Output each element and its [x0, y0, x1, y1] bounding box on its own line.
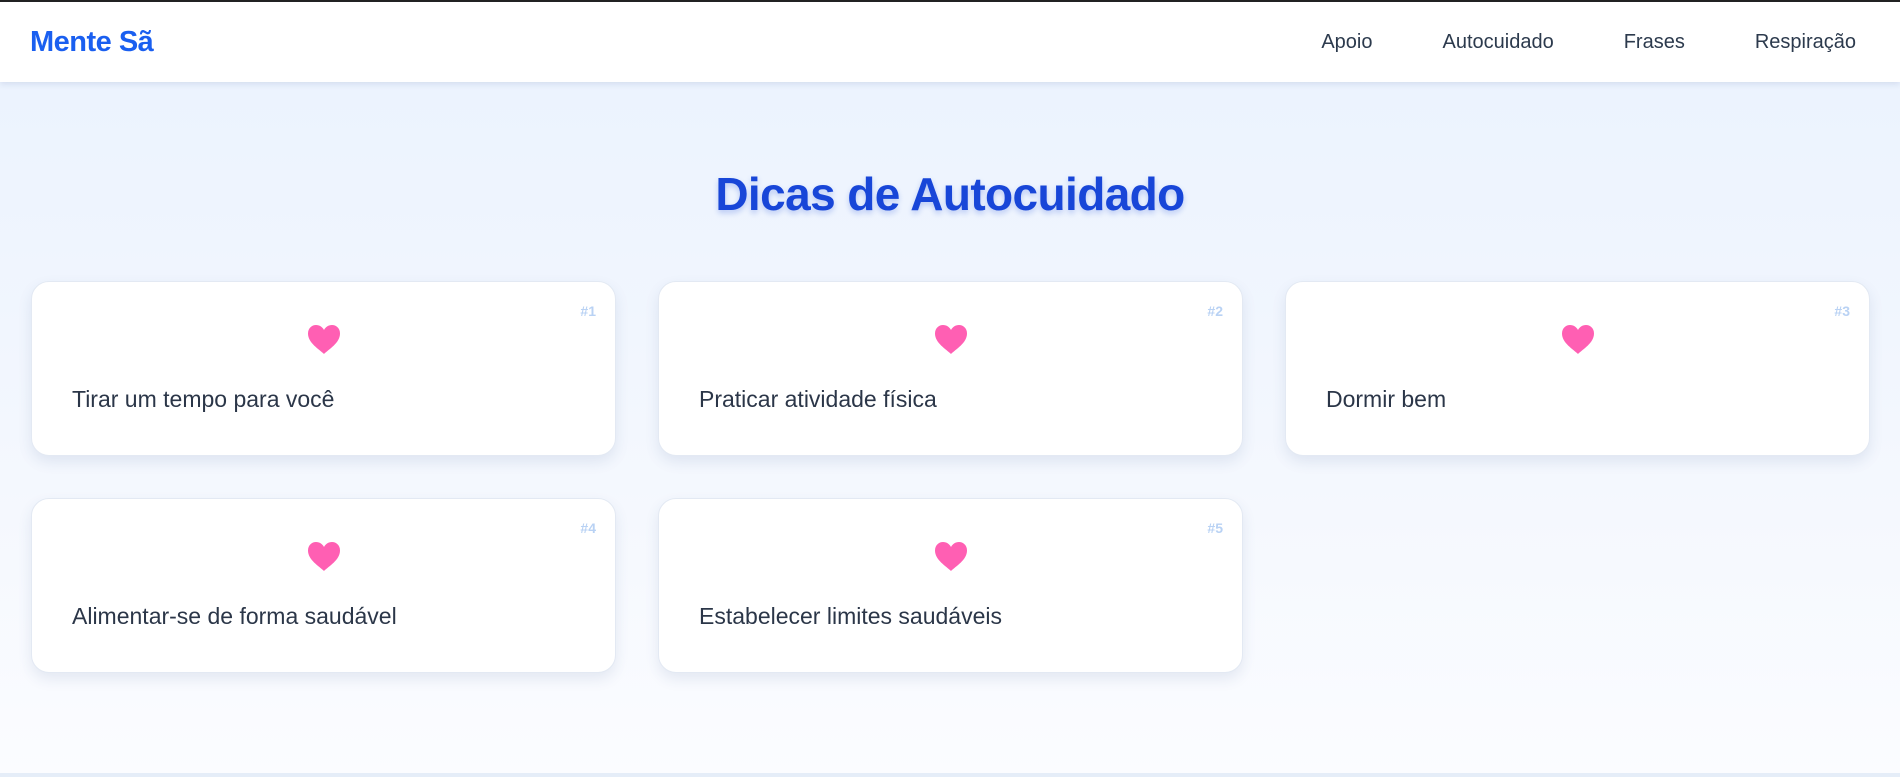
tip-number: #2 — [1207, 303, 1223, 319]
tip-card: #5 Estabelecer limites saudáveis — [658, 498, 1243, 673]
nav-link-frases[interactable]: Frases — [1624, 31, 1685, 54]
tip-number: #3 — [1834, 303, 1850, 319]
heart-icon — [306, 323, 342, 355]
site-logo[interactable]: Mente Sã — [30, 26, 154, 59]
footer-divider — [0, 773, 1900, 777]
nav-link-autocuidado[interactable]: Autocuidado — [1443, 31, 1554, 54]
main-nav: Apoio Autocuidado Frases Respiração — [1321, 31, 1856, 54]
tip-number: #1 — [580, 303, 596, 319]
tip-text: Alimentar-se de forma saudável — [72, 603, 397, 629]
tips-grid: #1 Tirar um tempo para você #2 Praticar … — [31, 281, 1871, 673]
tip-number: #4 — [580, 520, 596, 536]
nav-link-apoio[interactable]: Apoio — [1321, 31, 1372, 54]
tip-card: #3 Dormir bem — [1285, 281, 1870, 456]
tip-text: Dormir bem — [1326, 386, 1447, 412]
heart-icon — [1560, 323, 1596, 355]
heart-icon — [933, 323, 969, 355]
tip-text: Tirar um tempo para você — [72, 386, 335, 412]
tip-text: Praticar atividade física — [699, 386, 937, 412]
heart-icon — [933, 540, 969, 572]
page-title: Dicas de Autocuidado — [715, 168, 1185, 220]
tip-card: #2 Praticar atividade física — [658, 281, 1243, 456]
tip-number: #5 — [1207, 520, 1223, 536]
tip-text: Estabelecer limites saudáveis — [699, 603, 1002, 629]
nav-link-respiracao[interactable]: Respiração — [1755, 31, 1856, 54]
heart-icon — [306, 540, 342, 572]
tip-card: #1 Tirar um tempo para você — [31, 281, 616, 456]
top-navbar: Mente Sã Apoio Autocuidado Frases Respir… — [0, 2, 1900, 82]
tip-card: #4 Alimentar-se de forma saudável — [31, 498, 616, 673]
